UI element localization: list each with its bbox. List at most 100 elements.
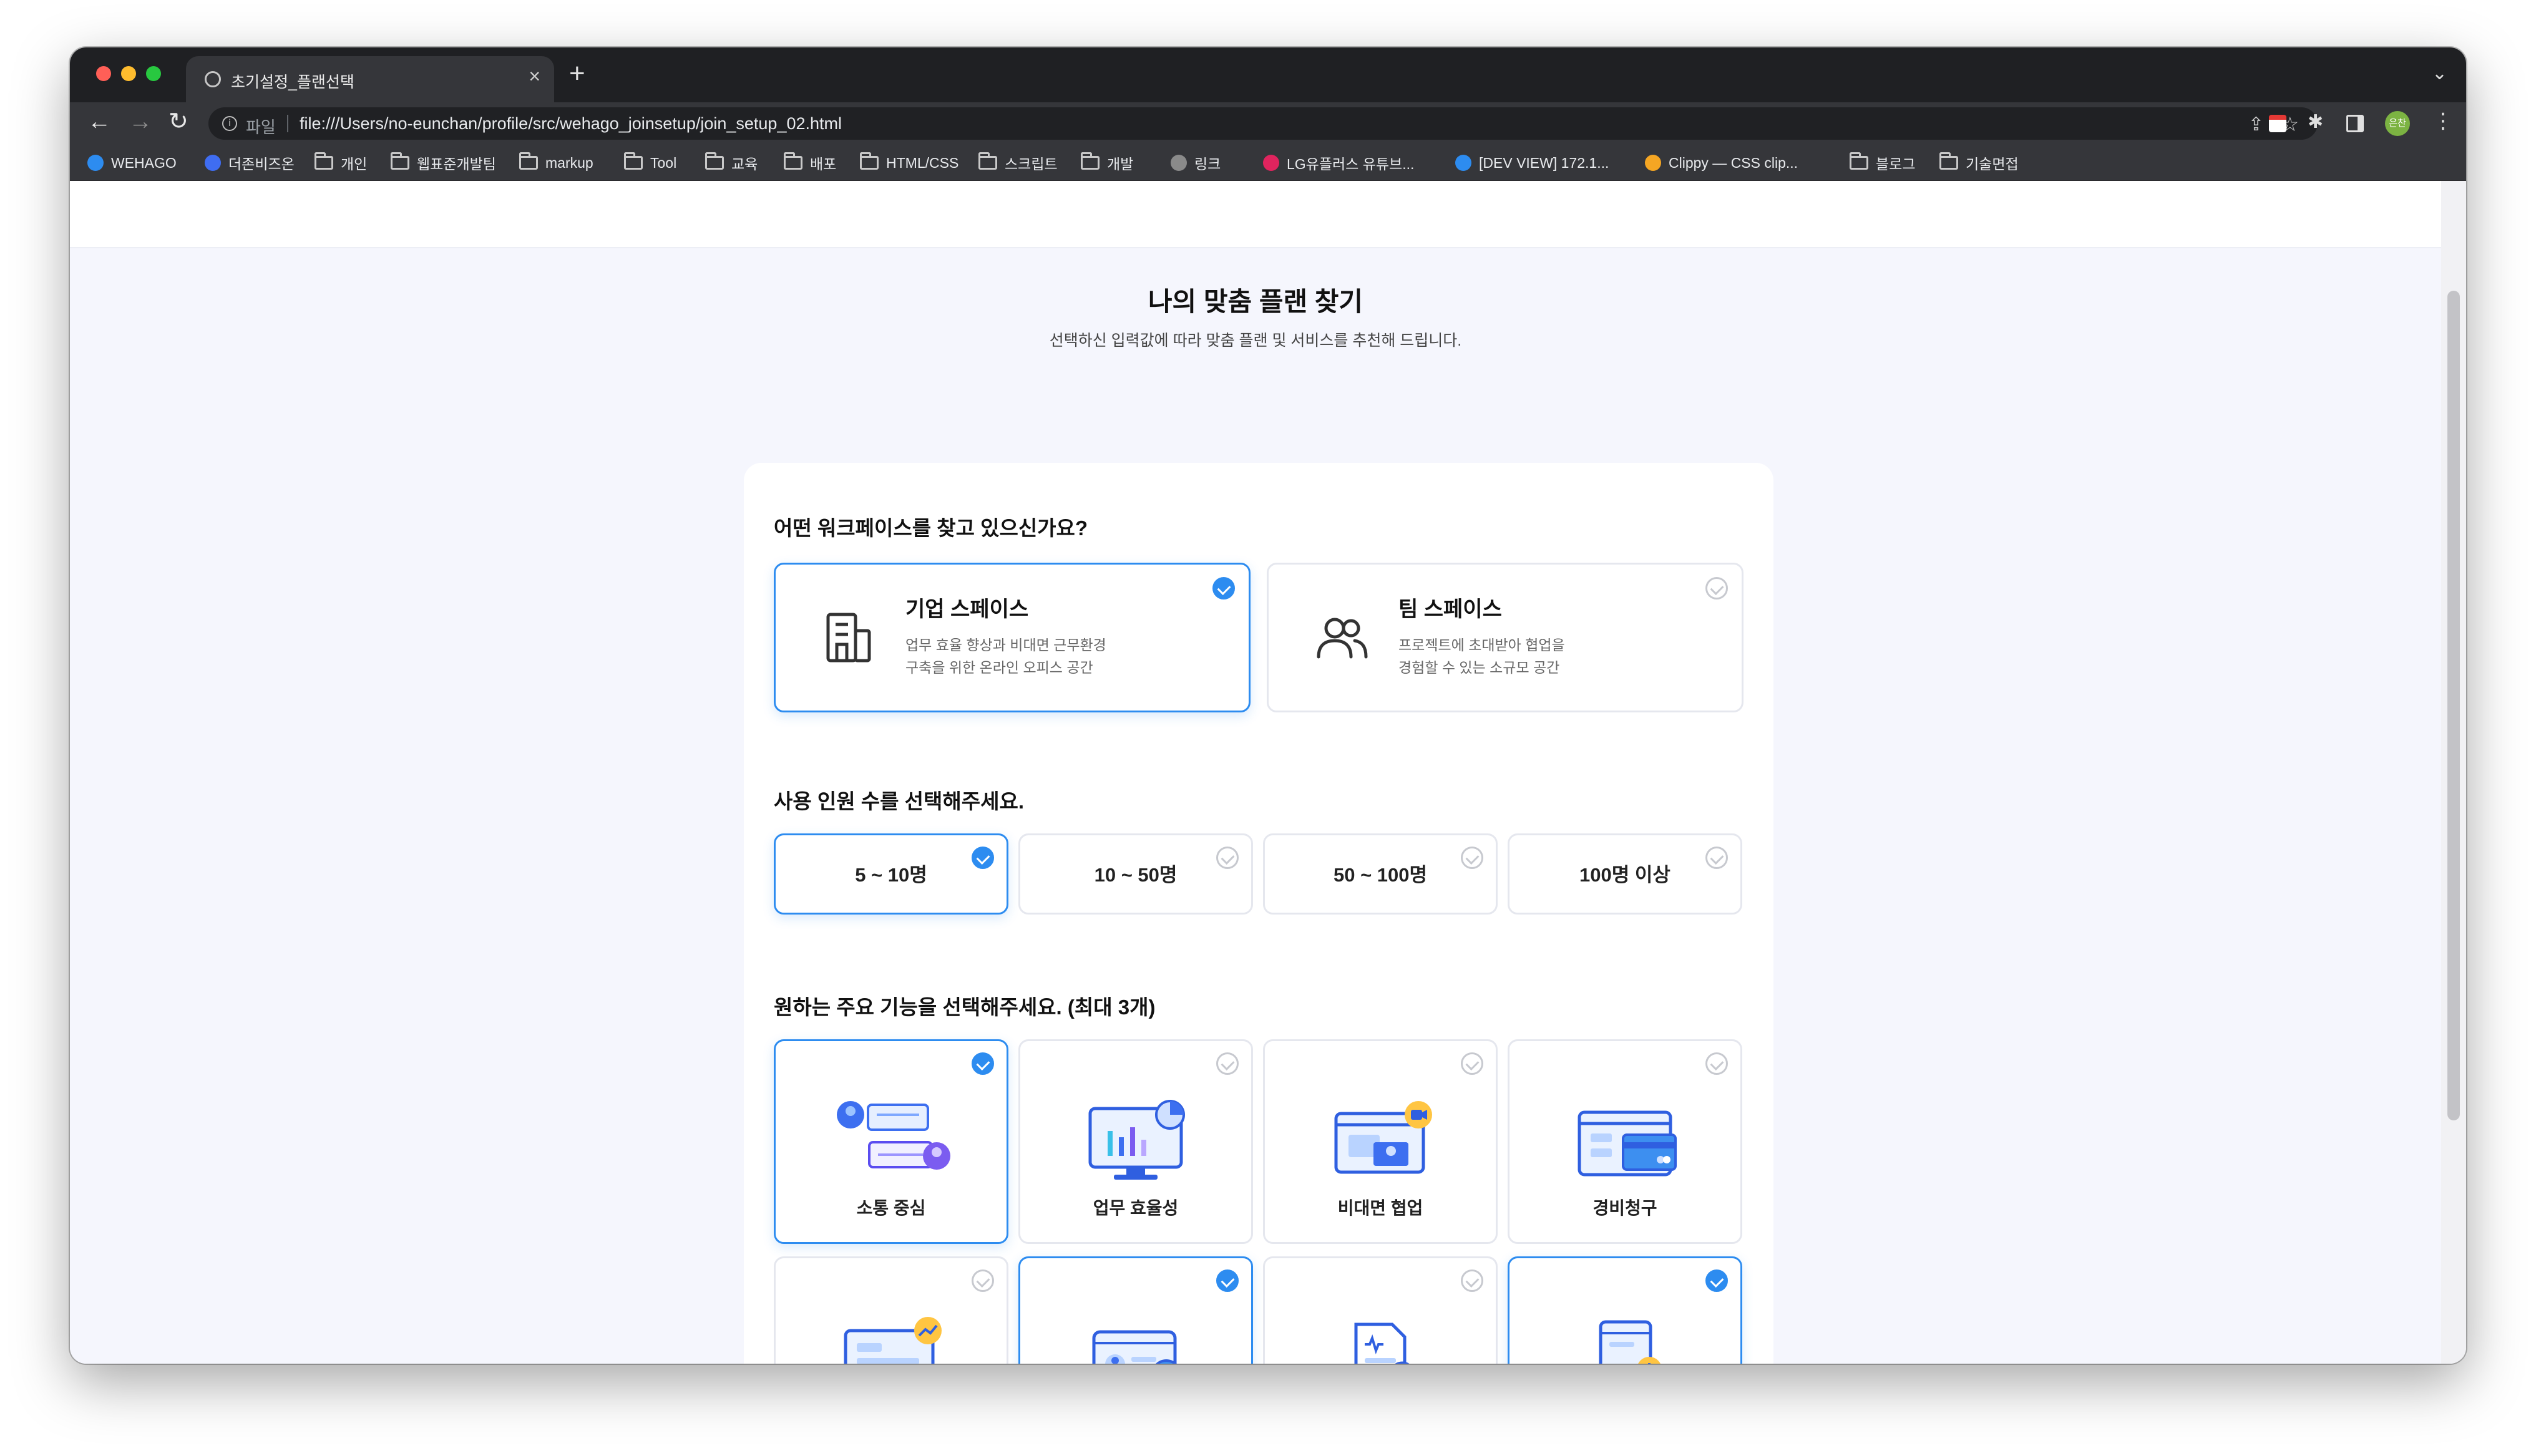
bookmark-item[interactable]: LG유플러스 유튜브... xyxy=(1263,153,1414,172)
back-arrow-icon[interactable]: ← xyxy=(87,110,111,133)
workspace-option-desc: 경험할 수 있는 소규모 공간 xyxy=(1398,659,1560,676)
bookmark-item[interactable]: 배포 xyxy=(784,152,836,172)
growth-monitor-illustration xyxy=(844,1317,942,1364)
bookmark-item[interactable]: WEHAGO xyxy=(87,153,177,172)
check-circle-icon xyxy=(1212,577,1235,599)
feature-option-expense[interactable]: 경비청구 xyxy=(1508,1039,1742,1244)
workspace-option-team[interactable]: 팀 스페이스 프로젝트에 초대받아 협업을 경험할 수 있는 소규모 공간 xyxy=(1267,563,1744,712)
bookmark-item[interactable]: 블로그 xyxy=(1850,152,1915,172)
extensions-puzzle-icon[interactable]: ✱ xyxy=(2308,111,2325,132)
bookmark-item[interactable]: 교육 xyxy=(705,152,758,172)
folder-icon xyxy=(860,152,879,170)
feature-option[interactable] xyxy=(1508,1256,1742,1364)
bookmark-item[interactable]: HTML/CSS xyxy=(860,152,958,172)
workspace-option-desc: 프로젝트에 초대받아 협업을 xyxy=(1398,637,1565,653)
browser-tab[interactable]: 초기설정_플랜선택 × xyxy=(186,56,554,102)
scheme-label: 파일 xyxy=(246,118,276,137)
folder-icon xyxy=(705,152,724,170)
page-title: 나의 맞춤 플랜 찾기 xyxy=(1148,287,1363,316)
bookmark-item[interactable]: 더존비즈온 xyxy=(205,153,295,172)
workspace-option-desc: 구축을 위한 온라인 오피스 공간 xyxy=(905,659,1093,676)
folder-icon xyxy=(978,152,997,170)
new-tab-button[interactable]: + xyxy=(569,60,585,87)
bookmark-label: 더존비즈온 xyxy=(228,156,295,172)
profile-avatar[interactable]: 은찬 xyxy=(2385,111,2410,136)
feature-option-communication[interactable]: 소통 중심 xyxy=(774,1039,1008,1244)
feature-option-remote-collab[interactable]: 비대면 협업 xyxy=(1263,1039,1498,1244)
bookmark-item[interactable]: 개인 xyxy=(315,152,368,172)
address-bar[interactable]: i 파일 file:///Users/no-eunchan/profile/sr… xyxy=(208,107,2318,140)
folder-icon xyxy=(391,152,409,170)
check-circle-icon xyxy=(972,1052,994,1075)
headcount-option[interactable]: 100명 이상 xyxy=(1508,833,1742,915)
bookmark-item[interactable]: 스크립트 xyxy=(978,152,1058,172)
check-circle-icon xyxy=(1216,847,1239,869)
card-payment-illustration xyxy=(1578,1110,1677,1177)
minimize-window-button[interactable] xyxy=(121,66,136,81)
feature-option-label: 비대면 협업 xyxy=(1337,1198,1423,1218)
bookmark-item[interactable]: 기술면접 xyxy=(1939,152,2019,172)
workspace-question: 어떤 워크페이스를 찾고 있으신가요? xyxy=(774,517,1088,540)
headcount-option-label: 10 ~ 50명 xyxy=(1094,864,1178,886)
bookmark-item[interactable]: [DEV VIEW] 172.1... xyxy=(1455,153,1609,172)
site-favicon-icon xyxy=(1645,155,1661,171)
bookmark-item[interactable]: 개발 xyxy=(1081,152,1133,172)
chat-illustration xyxy=(837,1101,950,1170)
side-panel-icon[interactable] xyxy=(2346,115,2364,132)
info-icon[interactable]: i xyxy=(222,116,237,131)
close-window-button[interactable] xyxy=(96,66,111,81)
bookmark-item[interactable]: markup xyxy=(519,152,593,172)
forward-arrow-icon[interactable]: → xyxy=(129,110,152,133)
reload-icon[interactable]: ↻ xyxy=(168,110,188,133)
check-circle-icon xyxy=(1461,1269,1483,1292)
building-icon xyxy=(826,613,871,662)
close-tab-icon[interactable]: × xyxy=(529,66,540,86)
bookmark-label: 개인 xyxy=(341,156,368,172)
bookmark-label: Tool xyxy=(650,154,677,171)
feature-option[interactable] xyxy=(774,1256,1008,1364)
feature-option[interactable]: W xyxy=(1018,1256,1253,1364)
url-text[interactable]: file:///Users/no-eunchan/profile/src/weh… xyxy=(300,114,842,133)
check-circle-icon xyxy=(1705,1052,1728,1075)
headcount-option[interactable]: 50 ~ 100명 xyxy=(1263,833,1498,915)
zoom-window-button[interactable] xyxy=(146,66,161,81)
headcount-question: 사용 인원 수를 선택해주세요. xyxy=(774,790,1024,813)
headcount-option[interactable]: 5 ~ 10명 xyxy=(774,833,1008,915)
check-circle-icon xyxy=(972,847,994,869)
bookmark-label: WEHAGO xyxy=(111,154,177,171)
feature-option[interactable] xyxy=(1263,1256,1498,1364)
tab-strip: 초기설정_플랜선택 × + ⌄ xyxy=(70,47,2466,102)
headcount-option-label: 50 ~ 100명 xyxy=(1333,864,1428,886)
workspace-option-desc: 업무 효율 향상과 비대면 근무환경 xyxy=(905,637,1106,653)
site-favicon-icon xyxy=(205,155,221,171)
bookmark-item[interactable]: 웹표준개발팀 xyxy=(391,152,496,172)
site-favicon-icon xyxy=(1263,155,1279,171)
payroll-card-illustration: W xyxy=(1092,1330,1177,1364)
page-scrollbar[interactable] xyxy=(2441,181,2466,1364)
site-favicon-icon xyxy=(1171,155,1187,171)
scrollbar-thumb[interactable] xyxy=(2447,291,2460,1120)
folder-icon xyxy=(624,152,643,170)
calendar-extension-icon[interactable] xyxy=(2269,115,2286,132)
more-menu-icon[interactable]: ⋮ xyxy=(2432,109,2454,133)
headcount-option[interactable]: 10 ~ 50명 xyxy=(1018,833,1253,915)
feature-option-label: 업무 효율성 xyxy=(1093,1198,1179,1218)
workspace-option-enterprise[interactable]: 기업 스페이스 업무 효율 향상과 비대면 근무환경 구축을 위한 온라인 오피… xyxy=(774,563,1251,712)
share-icon[interactable]: ⇪ xyxy=(2248,114,2264,135)
check-circle-icon xyxy=(1705,847,1728,869)
bookmark-item[interactable]: 링크 xyxy=(1171,153,1221,172)
site-favicon-icon xyxy=(87,155,104,171)
check-circle-icon xyxy=(1461,847,1483,869)
dashboard-illustration xyxy=(1088,1100,1185,1180)
bookmark-item[interactable]: Tool xyxy=(624,152,677,172)
browser-window: 초기설정_플랜선택 × + ⌄ ← → ↻ i 파일 file:///Users… xyxy=(70,47,2466,1364)
folder-icon xyxy=(315,152,333,170)
address-separator xyxy=(287,115,288,132)
tab-title: 초기설정_플랜선택 xyxy=(231,74,354,91)
tab-search-chevron-icon[interactable]: ⌄ xyxy=(2432,62,2447,84)
bookmark-item[interactable]: Clippy — CSS clip... xyxy=(1645,153,1798,172)
feature-option-efficiency[interactable]: 업무 효율성 xyxy=(1018,1039,1253,1244)
bookmark-label: [DEV VIEW] 172.1... xyxy=(1479,154,1609,171)
bookmark-label: 웹표준개발팀 xyxy=(417,156,496,172)
plan-finder-panel: 어떤 워크페이스를 찾고 있으신가요? 기업 스페이스 업무 효율 향상과 비대… xyxy=(744,463,1773,1364)
